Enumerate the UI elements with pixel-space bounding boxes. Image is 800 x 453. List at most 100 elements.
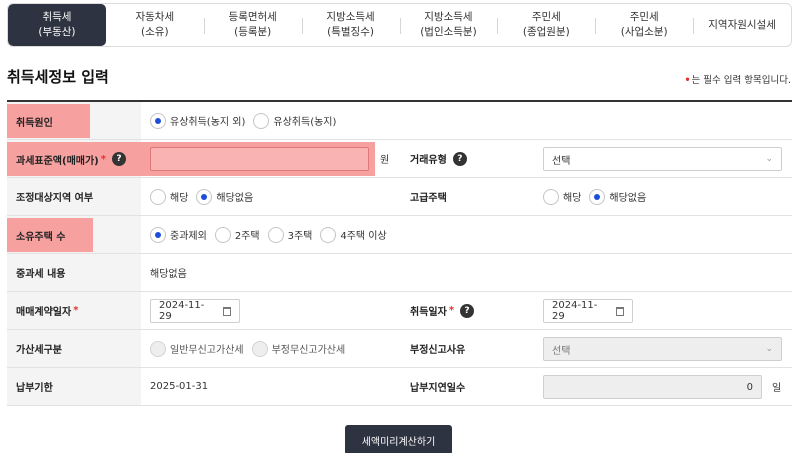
days-unit: 일 [772,383,782,394]
add-tax-improper[interactable]: 부정무신고가산세 [251,340,345,357]
tab-sublabel: (부동산) [38,26,76,38]
luxury-label: 고급주택 [401,178,541,215]
calendar-icon[interactable] [222,306,231,316]
radio-icon [267,226,284,243]
improper-reason-label: 부정신고사유 [401,330,541,367]
contract-date-label-text: 매매계약일자 [16,307,72,318]
tab-label: 지방소득세 [424,11,473,23]
tax-type-tabs: 취득세 (부동산) 자동차세 (소유) 등록면허세 (등록분) 지방소득세 (특… [7,3,792,47]
radio-selected-icon [196,188,213,205]
row-adjust-area: 조정대상지역 여부 해당 해당없음 고급주택 해당 해당없음 [7,178,792,216]
row-houses: 소유주택 수 중과제외 2주택 3주택 4주택 이상 [7,216,792,254]
radio-selected-icon [150,226,166,243]
due-date-label: 납부기한 [7,368,141,405]
required-star: * [448,305,455,316]
tab-local-income-corporate[interactable]: 지방소득세 (법인소득분) [399,4,498,46]
radio-icon [251,340,268,357]
houses-label: 소유주택 수 [7,218,93,252]
luxury-yes[interactable]: 해당 [543,188,581,205]
heavy-content-label: 중과세 내용 [7,254,141,291]
tab-resident-business[interactable]: 주민세 (사업소분) [595,4,693,46]
tax-base-input[interactable] [150,147,369,171]
houses-option-3[interactable]: 3주택 [267,226,313,243]
radio-icon [320,226,337,243]
adjust-area-label: 조정대상지역 여부 [7,178,141,215]
tab-automobile[interactable]: 자동차세 (소유) [106,4,204,46]
tab-label: 주민세 [629,11,659,23]
help-icon[interactable]: ? [460,303,475,318]
acquire-date-input[interactable]: 2024-11-29 [543,299,633,323]
contract-date-label: 매매계약일자 * [7,292,141,329]
tab-label: 지방소득세 [326,11,375,23]
option-label: 2주택 [234,231,260,242]
adjust-area-no[interactable]: 해당없음 [196,188,254,205]
option-label: 일반무신고가산세 [170,345,244,356]
option-label: 해당없음 [216,193,254,204]
contract-date-input[interactable]: 2024-11-29 [150,299,240,323]
acquire-date-label-text: 취득일자 [410,307,447,318]
radio-icon [543,188,559,205]
row-due: 납부기한 2025-01-31 납부지연일수 0 일 [7,368,792,406]
trade-type-label: 거래유형? [401,140,541,177]
cause-label-cell: 취득원인 [7,102,141,139]
option-label: 4주택 이상 [340,231,387,242]
tax-base-label-cell: 과세표준액(매매가) *? [7,140,141,177]
tab-regional-resource[interactable]: 지역자원시설세 [693,4,791,46]
row-dates: 매매계약일자 * 2024-11-29 취득일자 *? 2024-11-29 [7,292,792,330]
delay-days-input[interactable]: 0 [543,375,762,399]
option-label: 유상취득(농지 외) [170,117,246,128]
row-add-tax: 가산세구분 일반무신고가산세 부정무신고가산세 부정신고사유 선택 ⌄ [7,330,792,368]
row-tax-base: 과세표준액(매매가) *? 원 거래유형? 선택 ⌄ [7,140,792,178]
houses-option-2[interactable]: 2주택 [214,226,260,243]
chevron-down-icon: ⌄ [765,344,773,354]
trade-type-label-text: 거래유형 [410,155,447,166]
add-tax-general[interactable]: 일반무신고가산세 [150,340,244,357]
add-tax-options: 일반무신고가산세 부정무신고가산세 [150,330,353,367]
calculate-tax-button[interactable]: 세액미리계산하기 [345,425,452,453]
help-icon[interactable]: ? [452,151,467,166]
tab-sublabel: (특별징수) [327,26,374,38]
tab-registration-license[interactable]: 등록면허세 (등록분) [203,4,302,46]
tax-base-label: 과세표준액(매매가) *? [7,142,141,176]
houses-option-4plus[interactable]: 4주택 이상 [320,226,387,243]
required-star: * [100,153,106,165]
adjust-area-options: 해당 해당없음 [150,178,261,215]
heavy-content-value: 해당없음 [150,269,187,280]
required-note: •는 필수 입력 항목입니다. [684,72,791,86]
tab-local-income-special[interactable]: 지방소득세 (특별징수) [301,4,400,46]
tab-label: 취득세 [42,11,72,23]
acquire-date-label: 취득일자 *? [401,292,541,329]
tax-base-label-text: 과세표준액(매매가) [16,155,99,167]
tab-resident-employee[interactable]: 주민세 (종업원분) [497,4,595,46]
houses-label-cell: 소유주택 수 [7,216,141,253]
tab-label: 주민세 [531,11,561,23]
radio-icon [150,340,166,357]
tab-sublabel: (사업소분) [620,26,668,38]
houses-options: 중과제외 2주택 3주택 4주택 이상 [150,216,395,253]
adjust-area-yes[interactable]: 해당 [150,188,189,205]
radio-icon [150,188,166,205]
calendar-icon[interactable] [615,306,624,316]
tab-acquisition-real-estate[interactable]: 취득세 (부동산) [8,4,106,46]
option-label: 해당없음 [609,193,647,204]
cause-option-non-farmland[interactable]: 유상취득(농지 외) [150,112,246,129]
add-tax-label: 가산세구분 [7,330,141,367]
option-label: 중과제외 [170,231,207,242]
luxury-no[interactable]: 해당없음 [589,188,647,205]
required-star: * [73,305,79,316]
due-date-value: 2025-01-31 [150,381,209,392]
houses-option-exempt[interactable]: 중과제외 [150,226,207,243]
trade-type-select[interactable]: 선택 ⌄ [543,147,782,171]
radio-selected-icon [589,188,606,205]
option-label: 유상취득(농지) [273,117,337,128]
help-icon[interactable]: ? [111,152,126,166]
cause-option-farmland[interactable]: 유상취득(농지) [253,112,337,129]
radio-icon [253,112,270,129]
improper-reason-select[interactable]: 선택 ⌄ [543,337,782,361]
option-label: 해당 [170,193,189,204]
luxury-options: 해당 해당없음 [543,178,654,215]
option-label: 3주택 [287,231,313,242]
required-dot: • [684,75,691,86]
cause-label: 취득원인 [7,104,90,138]
page-title: 취득세정보 입력 [7,68,109,86]
